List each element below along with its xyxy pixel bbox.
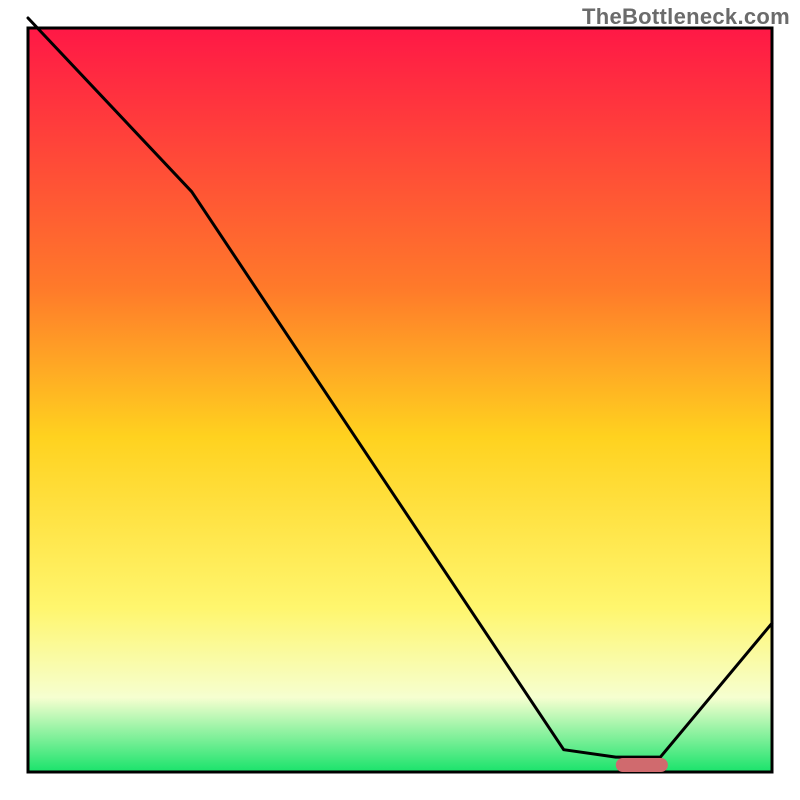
- gradient-background: [28, 28, 772, 772]
- chart-svg: [0, 0, 800, 800]
- optimal-zone-marker: [616, 758, 668, 772]
- watermark-text: TheBottleneck.com: [582, 4, 790, 30]
- plot-area: [28, 18, 772, 772]
- bottleneck-chart: TheBottleneck.com: [0, 0, 800, 800]
